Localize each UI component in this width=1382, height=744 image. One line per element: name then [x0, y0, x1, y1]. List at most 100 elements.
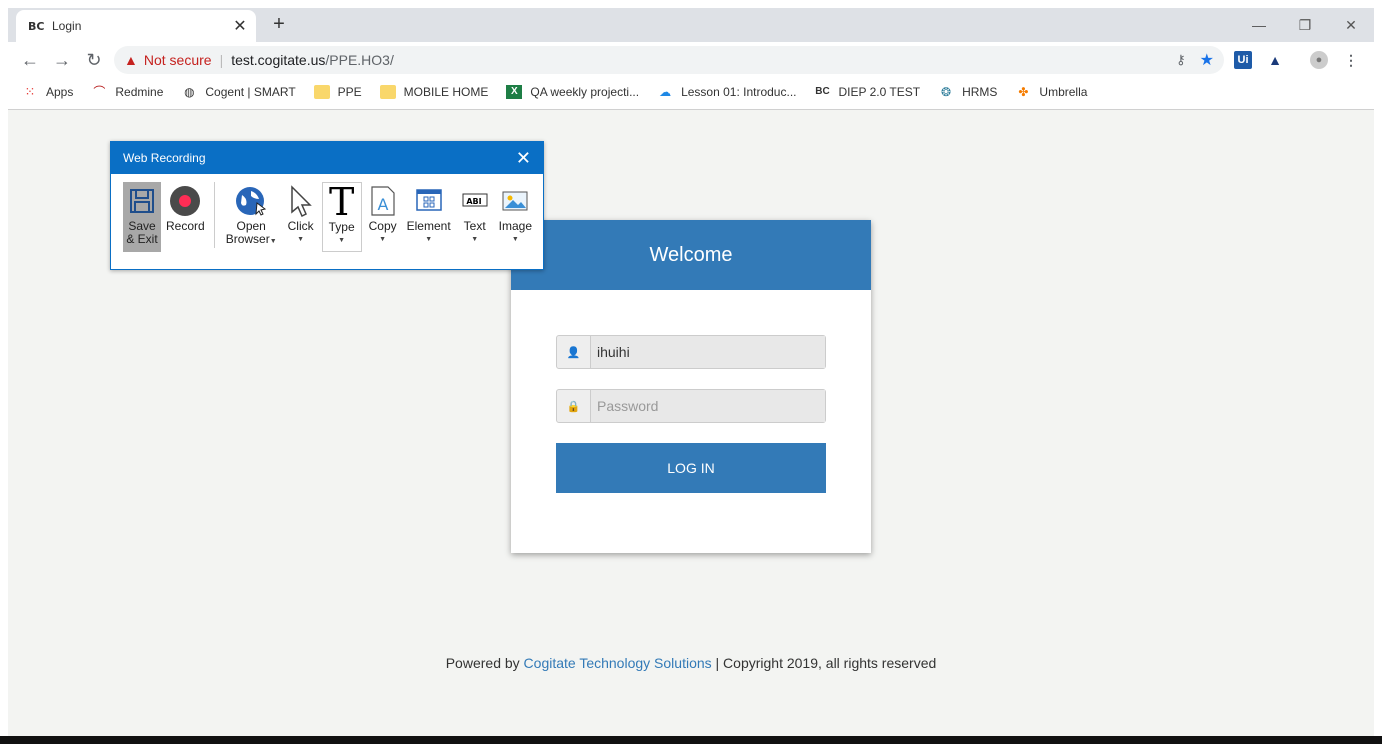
bookmark-label: MOBILE HOME [403, 85, 489, 99]
dropdown-caret-icon[interactable]: ▼ [512, 233, 519, 246]
svg-text:A: A [377, 195, 388, 214]
password-key-icon[interactable]: ⚷ [1176, 52, 1186, 68]
os-taskbar [0, 736, 1382, 744]
cursor-icon [285, 184, 317, 218]
drive-extension-icon[interactable]: ▲ [1266, 51, 1284, 69]
bookmark-diep[interactable]: BC DIEP 2.0 TEST [814, 85, 920, 99]
image-button[interactable]: Image ▼ [496, 182, 535, 252]
warning-icon: ▲ [124, 52, 138, 68]
tool-label: Image [498, 219, 533, 233]
company-link[interactable]: Cogitate Technology Solutions [524, 655, 712, 671]
dropdown-caret-icon[interactable]: ▼ [471, 233, 478, 246]
page-footer: Powered by Cogitate Technology Solutions… [8, 655, 1374, 671]
restore-icon[interactable]: ❐ [1282, 12, 1328, 38]
reload-icon[interactable]: ↻ [82, 48, 106, 72]
apps-grid-icon: ⁙ [24, 84, 36, 99]
bookmark-umbrella[interactable]: ✤ Umbrella [1015, 85, 1087, 99]
tool-label: Click [287, 219, 314, 233]
bookmark-cogent[interactable]: ◍ Cogent | SMART [181, 85, 296, 99]
bookmark-qa-weekly[interactable]: X QA weekly projecti... [506, 85, 639, 99]
tool-label-line: Browser [225, 232, 270, 246]
url-separator: | [219, 52, 224, 68]
browser-toolbar: ← → ↻ ▲ Not secure | test.cogitate.us/PP… [8, 42, 1374, 78]
dropdown-caret-icon[interactable]: ▼ [379, 233, 386, 246]
dropdown-caret-icon[interactable]: ▼ [270, 238, 277, 245]
uipath-extension-icon[interactable]: Ui [1234, 51, 1252, 69]
tool-label: Text [463, 219, 486, 233]
dropdown-caret-icon[interactable]: ▼ [338, 234, 345, 247]
hrms-icon: ❂ [941, 85, 952, 99]
copy-button[interactable]: A Copy ▼ [364, 182, 402, 252]
bookmark-redmine[interactable]: ⌒ Redmine [91, 85, 163, 99]
dropdown-caret-icon[interactable]: ▼ [425, 233, 432, 246]
password-field: 🔒 [556, 389, 826, 423]
tool-label: & Exit [126, 232, 158, 246]
open-browser-button[interactable]: Open Browser▼ [223, 182, 280, 252]
minimize-icon[interactable]: — [1236, 12, 1282, 38]
tool-label: Record [166, 219, 205, 233]
close-tab-icon[interactable]: ✕ [232, 16, 248, 36]
tool-label: Element [406, 219, 451, 233]
tool-label: Type [328, 220, 355, 234]
back-icon[interactable]: ← [18, 48, 42, 72]
bookmark-hrms[interactable]: ❂ HRMS [938, 85, 997, 99]
bookmark-mobile-home[interactable]: MOBILE HOME [379, 85, 489, 99]
recorder-title: Web Recording [123, 151, 206, 165]
menu-kebab-icon[interactable]: ⋮ [1342, 51, 1360, 69]
dropdown-caret-icon[interactable]: ▼ [297, 233, 304, 246]
element-button[interactable]: Element ▼ [404, 182, 454, 252]
copy-a-icon: A [367, 184, 399, 218]
close-window-icon[interactable]: ✕ [1328, 12, 1374, 38]
new-tab-button[interactable]: + [268, 13, 290, 36]
umbrella-icon: ✤ [1018, 85, 1029, 99]
save-exit-button[interactable]: Save & Exit [123, 182, 161, 252]
footer-suffix: | Copyright 2019, all rights reserved [711, 655, 937, 671]
redmine-icon: ⌒ [93, 85, 106, 99]
footer-prefix: Powered by [445, 655, 524, 671]
username-input[interactable] [591, 336, 825, 368]
type-button[interactable]: T Type ▼ [321, 182, 362, 252]
bookmark-star-icon[interactable]: ★ [1200, 50, 1214, 70]
element-window-icon [413, 184, 445, 218]
password-input[interactable] [591, 390, 825, 422]
folder-icon [379, 85, 396, 99]
forward-icon[interactable]: → [50, 48, 74, 72]
web-recording-panel: Web Recording ✕ Save & Exit Record Open … [110, 141, 544, 270]
recorder-toolbar: Save & Exit Record Open Browser▼ Click ▼… [123, 182, 537, 252]
bookmark-label: Cogent | SMART [205, 85, 296, 99]
browser-tab[interactable]: BC Login ✕ [16, 10, 256, 42]
record-button[interactable]: Record [163, 182, 208, 252]
cloud-icon: ☁ [659, 85, 672, 99]
toolbar-separator [213, 182, 215, 248]
login-button[interactable]: LOG IN [556, 443, 826, 493]
login-card: Welcome 👤 🔒 LOG IN [511, 220, 871, 553]
bookmark-apps[interactable]: ⁙ Apps [22, 84, 74, 100]
excel-icon: X [506, 85, 523, 99]
bookmarks-bar: ⁙ Apps ⌒ Redmine ◍ Cogent | SMART PPE MOBIL… [8, 78, 1374, 106]
bookmark-label: Umbrella [1039, 85, 1088, 99]
browser-chrome: BC Login ✕ + — ❐ ✕ ← → ↻ ▲ Not secure | … [8, 8, 1374, 110]
text-button[interactable]: ABI Text ▼ [456, 182, 494, 252]
not-secure-label: Not secure [143, 52, 212, 68]
lock-icon: 🔒 [557, 390, 591, 422]
globe-cursor-icon [235, 184, 267, 218]
tool-label: Copy [368, 219, 397, 233]
bookmark-lesson[interactable]: ☁ Lesson 01: Introduc... [657, 85, 796, 99]
url-path: /PPE.HO3/ [325, 52, 394, 68]
username-field: 👤 [556, 335, 826, 369]
user-icon: 👤 [557, 336, 591, 368]
bookmark-label: PPE [337, 85, 362, 99]
folder-icon [313, 85, 330, 99]
click-button[interactable]: Click ▼ [282, 182, 320, 252]
url-host: test.cogitate.us [231, 52, 326, 68]
tool-label: Browser▼ [226, 233, 277, 248]
tab-strip: BC Login ✕ + — ❐ ✕ [8, 8, 1374, 42]
welcome-header: Welcome [511, 220, 871, 290]
bookmark-label: Lesson 01: Introduc... [681, 85, 797, 99]
recorder-titlebar: Web Recording ✕ [111, 142, 543, 174]
profile-avatar-icon[interactable]: ● [1310, 51, 1328, 69]
address-bar[interactable]: ▲ Not secure | test.cogitate.us/PPE.HO3/… [114, 46, 1224, 74]
text-abi-icon: ABI [459, 184, 491, 218]
close-recorder-icon[interactable]: ✕ [516, 148, 531, 169]
bookmark-ppe[interactable]: PPE [313, 85, 362, 99]
